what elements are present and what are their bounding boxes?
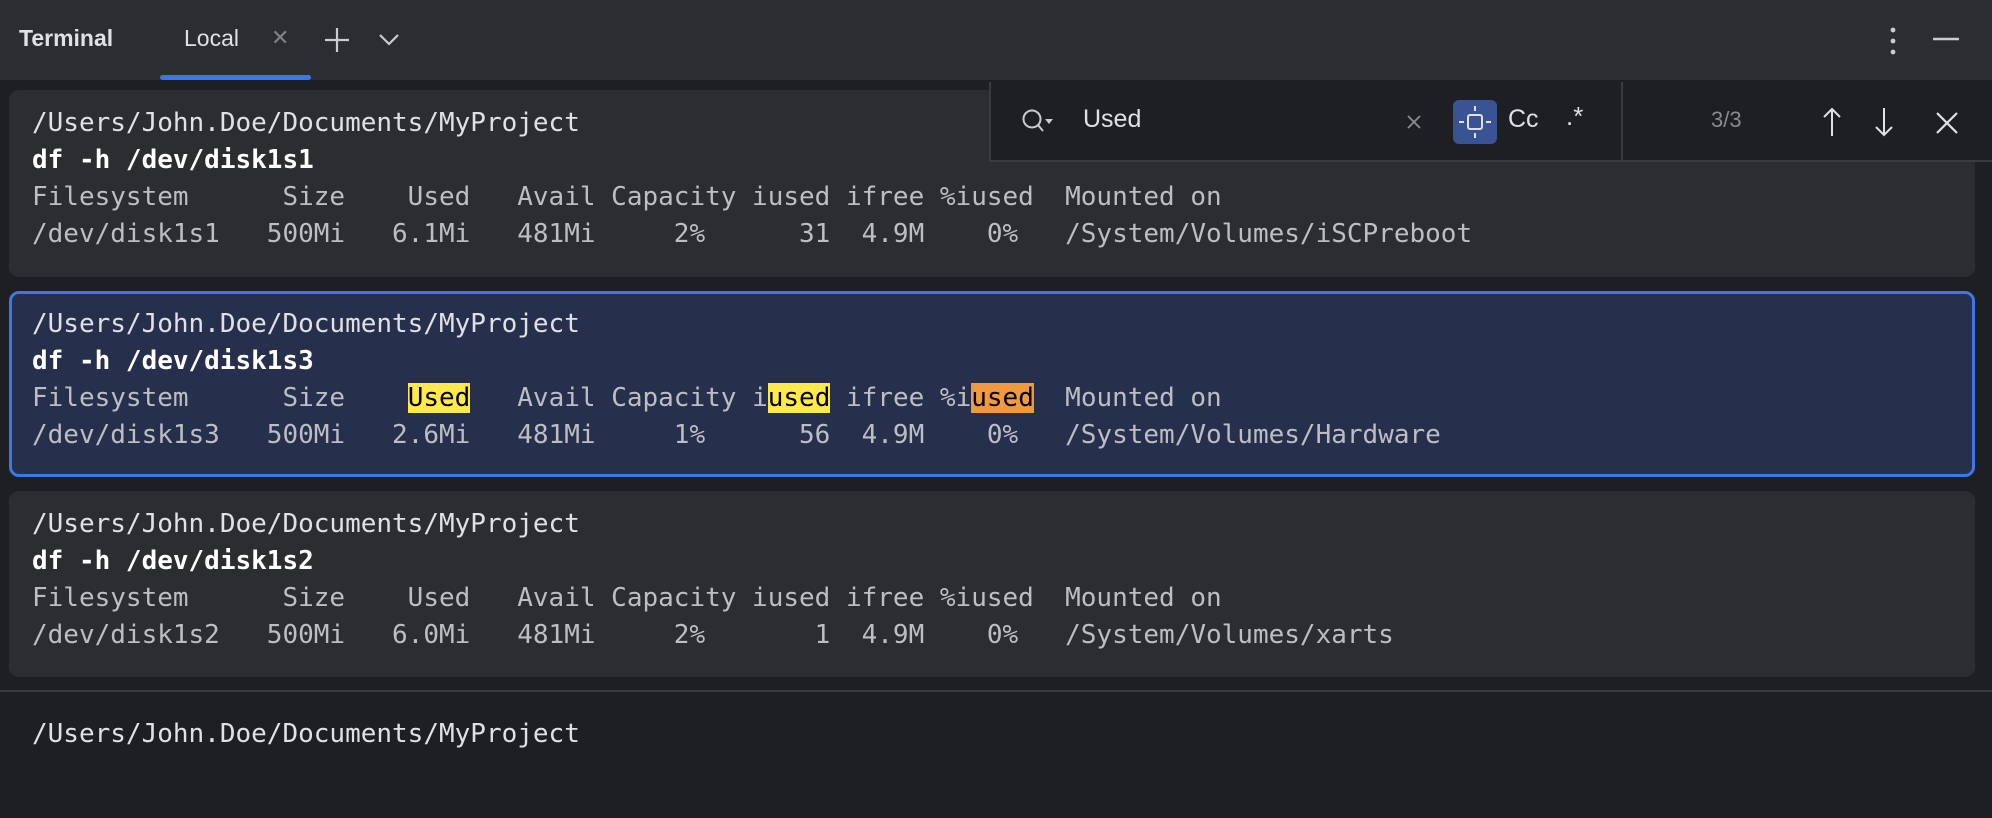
tab-label: Local (184, 25, 239, 51)
current-search-match: used (971, 383, 1034, 413)
match-in-selection-toggle[interactable] (1453, 100, 1497, 144)
prompt-path: /Users/John.Doe/Documents/MyProject (32, 309, 580, 339)
match-case-toggle[interactable]: Cc (1508, 105, 1539, 134)
search-match: used (767, 383, 831, 413)
prompt-path: /Users/John.Doe/Documents/MyProject (32, 509, 580, 539)
text-segment: ifree %i (830, 383, 972, 413)
command-text: df -h /dev/disk1s2 (32, 546, 314, 576)
prompt-divider (0, 690, 1992, 692)
search-panel: Cc .* 3/3 (989, 82, 1992, 162)
arrow-up-icon[interactable] (1821, 106, 1843, 138)
text-segment: Filesystem Size (32, 383, 408, 413)
command-text: df -h /dev/disk1s3 (32, 346, 314, 376)
output-header: Filesystem Size Used Avail Capacity iuse… (32, 182, 1222, 212)
output-row: /dev/disk1s1 500Mi 6.1Mi 481Mi 2% 31 4.9… (32, 219, 1473, 249)
chevron-down-icon[interactable] (378, 32, 400, 48)
command-block-selected[interactable]: /Users/John.Doe/Documents/MyProject df -… (9, 291, 1975, 477)
command-block[interactable]: /Users/John.Doe/Documents/MyProject df -… (9, 491, 1975, 677)
output-row: /dev/disk1s2 500Mi 6.0Mi 481Mi 2% 1 4.9M… (32, 620, 1394, 650)
current-prompt[interactable]: /Users/John.Doe/Documents/MyProject (32, 716, 580, 753)
tool-window-title: Terminal (19, 25, 114, 51)
regex-toggle[interactable]: .* (1566, 101, 1583, 132)
search-input[interactable] (1083, 105, 1383, 134)
select-region-icon (1459, 106, 1491, 138)
close-icon[interactable]: ✕ (271, 25, 289, 51)
active-tab-indicator (160, 75, 311, 80)
search-history-icon[interactable] (1021, 107, 1057, 139)
match-count: 3/3 (1711, 107, 1742, 132)
search-divider (1621, 82, 1623, 162)
kebab-menu-icon[interactable] (1888, 26, 1898, 56)
tab-local[interactable]: Local ✕ (160, 0, 311, 80)
output-header: Filesystem Size Used Avail Capacity iuse… (32, 583, 1222, 613)
text-segment: Mounted on (1033, 383, 1222, 413)
clear-search-icon[interactable] (1406, 114, 1422, 130)
search-match: Used (407, 383, 471, 413)
tool-window-header: Terminal Local ✕ (0, 0, 1992, 80)
arrow-down-icon[interactable] (1873, 106, 1895, 138)
close-search-icon[interactable] (1935, 111, 1959, 135)
text-segment: Avail Capacity i (470, 383, 768, 413)
minimize-icon[interactable] (1932, 36, 1960, 42)
plus-icon[interactable] (323, 26, 351, 54)
output-header: Filesystem Size Used Avail Capacity iuse… (32, 380, 1972, 417)
output-row: /dev/disk1s3 500Mi 2.6Mi 481Mi 1% 56 4.9… (32, 420, 1441, 450)
